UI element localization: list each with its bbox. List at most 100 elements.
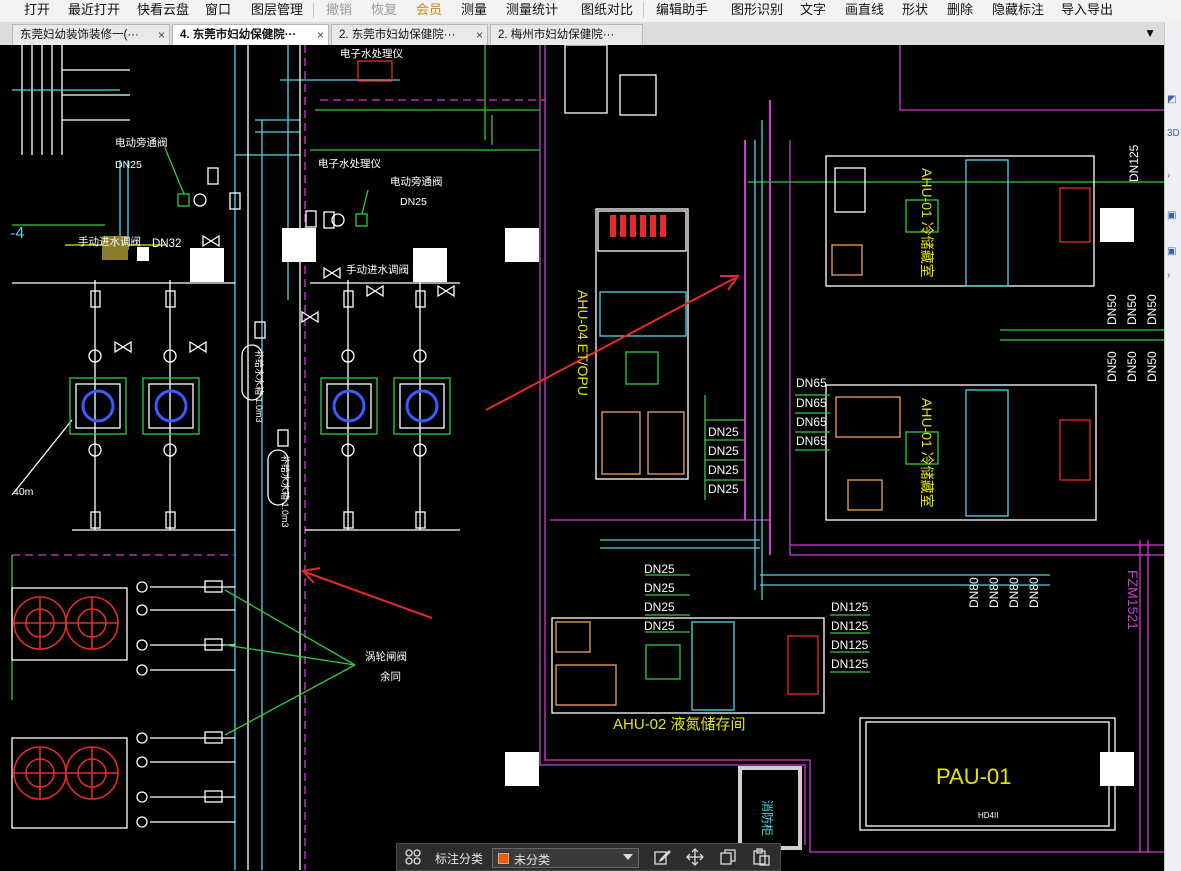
- label-ahu-01-middle: AHU-01 冷储藏室: [919, 398, 935, 508]
- layer-icon[interactable]: ◩: [1167, 94, 1176, 105]
- label-dn50: DN50: [1125, 351, 1139, 382]
- box-icon[interactable]: ▣: [1167, 210, 1176, 221]
- label-dn25: DN25: [644, 581, 675, 595]
- ahu-01-top-unit: [825, 155, 1095, 287]
- label-pau-small: HD4II: [978, 811, 998, 820]
- label-dn25-b: DN25: [400, 196, 427, 208]
- annotation-toolbar: 标注分类 未分类: [396, 843, 781, 871]
- label-e-water-1: 电子水处理仪: [318, 157, 381, 170]
- tab-document-1[interactable]: 东莞妇幼装饰装修一(··· ×: [12, 24, 170, 45]
- label-ahu-01-top: AHU-01 冷储藏室: [919, 168, 935, 278]
- label-bypass-valve-2: 电动旁通阀: [390, 175, 443, 188]
- menu-text[interactable]: 文字: [800, 0, 826, 22]
- annotation-category-select[interactable]: 未分类: [492, 848, 639, 868]
- label-dn80: DN80: [1027, 577, 1041, 608]
- label-manual-valve-1: 手动进水调阀: [78, 235, 141, 248]
- label-dn25-a: DN25: [115, 159, 142, 171]
- menu-measure[interactable]: 测量: [461, 0, 487, 22]
- menu-vip[interactable]: 会员: [416, 0, 442, 22]
- label-butterfly-valve: 涡轮闸阀: [365, 650, 407, 663]
- tab-overflow-icon[interactable]: ▼: [1144, 26, 1156, 40]
- category-color-swatch: [498, 853, 509, 864]
- category-select-value: 未分类: [514, 853, 551, 867]
- menu-window[interactable]: 窗口: [205, 0, 231, 22]
- label-dn25: DN25: [644, 600, 675, 614]
- copy-icon[interactable]: [719, 848, 737, 866]
- close-icon[interactable]: ×: [476, 25, 483, 45]
- label-length: 40m: [13, 486, 34, 498]
- label-dn25: DN25: [708, 425, 739, 439]
- menu-import-export[interactable]: 导入导出: [1061, 0, 1113, 22]
- tab-document-2[interactable]: 4. 东莞市妇幼保健院··· ×: [172, 24, 329, 45]
- label-dn80: DN80: [1007, 577, 1021, 608]
- menu-open[interactable]: 打开: [24, 0, 50, 22]
- label-e-water-2: 电子水处理仪: [340, 47, 403, 60]
- menu-shape-recognize[interactable]: 图形识别: [731, 0, 783, 22]
- menu-compare[interactable]: 图纸对比: [581, 0, 633, 22]
- label-dn80: DN80: [967, 577, 981, 608]
- arrow-right-icon[interactable]: ›: [1167, 270, 1170, 281]
- cooling-tower-fans: [11, 580, 356, 829]
- menu-edit-assistant[interactable]: 编辑助手: [656, 0, 708, 22]
- label-dn50: DN50: [1125, 294, 1139, 325]
- annotation-category-label: 标注分类: [435, 852, 484, 866]
- label-dn125: DN125: [1127, 144, 1141, 182]
- label-remaining: 余同: [380, 670, 401, 683]
- menu-hide-annotations[interactable]: 隐藏标注: [992, 0, 1044, 22]
- label-left-edge: -4: [10, 225, 24, 242]
- label-tank-1: 补给水水箱 1.0m3: [254, 350, 265, 423]
- label-pau-01: PAU-01: [936, 764, 1011, 789]
- paste-icon[interactable]: [752, 848, 770, 866]
- label-dn50: DN50: [1145, 294, 1159, 325]
- label-fzm: FZM1521: [1125, 570, 1141, 630]
- tab-label: 2. 东莞市妇幼保健院···: [339, 29, 456, 41]
- menu-shapes[interactable]: 形状: [902, 0, 928, 22]
- menu-redo[interactable]: 恢复: [371, 0, 397, 22]
- menu-bar: 打开 最近打开 快看云盘 窗口 图层管理 撤销 恢复 会员 测量 测量统计 图纸…: [0, 0, 1181, 23]
- tab-label: 东莞妇幼装饰装修一(···: [20, 29, 139, 41]
- 3d-view-icon[interactable]: 3D: [1167, 128, 1180, 139]
- label-dn50: DN50: [1105, 294, 1119, 325]
- label-dn65: DN65: [796, 376, 827, 390]
- menu-layer-manager[interactable]: 图层管理: [251, 0, 303, 22]
- arrow-right-icon[interactable]: ›: [1167, 170, 1170, 181]
- label-dn32: DN32: [152, 238, 181, 250]
- tab-label: 4. 东莞市妇幼保健院···: [180, 29, 297, 41]
- edit-icon[interactable]: [653, 848, 671, 866]
- ahu-01-middle-unit: [825, 384, 1097, 521]
- cad-drawing: 电子水处理仪 电子水处理仪 电动旁通阀 电动旁通阀 DN25 DN25 DN32…: [10, 45, 1164, 870]
- cad-drawing-canvas[interactable]: 电子水处理仪 电子水处理仪 电动旁通阀 电动旁通阀 DN25 DN25 DN32…: [0, 45, 1164, 871]
- label-dn50: DN50: [1105, 351, 1119, 382]
- close-icon[interactable]: ×: [317, 25, 324, 45]
- left-hatch: [21, 45, 130, 155]
- label-manual-valve-2: 手动进水调阀: [346, 263, 409, 276]
- label-ahu-02: AHU-02 液氮储存间: [613, 716, 746, 733]
- label-dn65: DN65: [796, 396, 827, 410]
- label-dn125: DN125: [831, 657, 869, 671]
- label-dn80: DN80: [987, 577, 1001, 608]
- tab-document-4[interactable]: 2. 梅州市妇幼保健院···: [490, 24, 643, 45]
- label-dn125: DN125: [831, 638, 869, 652]
- menu-recent[interactable]: 最近打开: [68, 0, 120, 22]
- label-dn25: DN25: [708, 444, 739, 458]
- label-dn25: DN25: [708, 463, 739, 477]
- menu-undo[interactable]: 撤销: [326, 0, 352, 22]
- label-dn25: DN25: [644, 562, 675, 576]
- move-icon[interactable]: [686, 848, 704, 866]
- menu-cloud[interactable]: 快看云盘: [137, 0, 189, 22]
- tab-document-3[interactable]: 2. 东莞市妇幼保健院··· ×: [331, 24, 488, 45]
- grid-icon[interactable]: [404, 848, 422, 866]
- label-dn125: DN125: [831, 619, 869, 633]
- label-fire-cabinet: 消防柜: [760, 800, 775, 836]
- close-icon[interactable]: ×: [158, 25, 165, 45]
- label-dn65: DN65: [796, 434, 827, 448]
- tab-label: 2. 梅州市妇幼保健院···: [498, 29, 615, 41]
- chevron-down-icon: [623, 854, 633, 860]
- menu-draw-line[interactable]: 画直线: [845, 0, 884, 22]
- menu-measure-stats[interactable]: 测量统计: [506, 0, 558, 22]
- menu-delete[interactable]: 删除: [947, 0, 973, 22]
- label-dn125: DN125: [831, 600, 869, 614]
- box-icon[interactable]: ▣: [1167, 246, 1176, 257]
- document-tab-bar: 东莞妇幼装饰装修一(··· × 4. 东莞市妇幼保健院··· × 2. 东莞市妇…: [0, 22, 1164, 46]
- label-dn50: DN50: [1145, 351, 1159, 382]
